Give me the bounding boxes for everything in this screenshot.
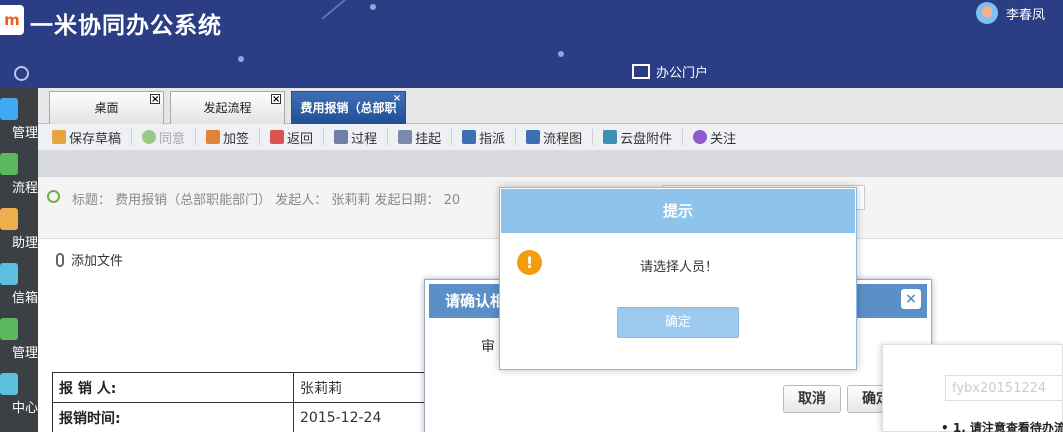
alert-message: 请选择人员！ [639,260,718,275]
cancel-button[interactable]: 取消 [783,385,841,413]
process-icon [334,130,349,144]
form-label: 报 销 人: [52,372,294,403]
decor-star [238,56,244,62]
alert-ok-button[interactable]: 确定 [617,307,739,338]
sidebar-item-label: 流程 [11,181,38,196]
sidebar-item-label: 中心 [11,401,38,416]
add-file-label: 添加文件 [71,254,124,269]
action-toolbar: 保存草稿 同意 加签 返回 过程 挂起 指派 流程图 云盘附件 关注 [38,124,1063,151]
confirm-dialog-body: 审 [481,339,495,355]
todo-panel: fybx20151224 • 1. 请注意查看待办流 [882,344,1063,432]
expense-form-table: 报 销 人: 张莉莉 报销时间: 2015-12-24 [52,372,432,432]
clock-icon [47,190,60,203]
add-file-link[interactable]: 添加文件 [56,250,123,269]
tab-label: 发起流程 [203,101,252,115]
left-sidebar: 管理 流程 助理 信箱 管理 中心 [0,88,38,432]
sidebar-item-assistant[interactable]: 助理 [0,204,38,256]
sidebar-item-label: 信箱 [11,291,38,306]
add-sign-icon [206,130,221,144]
check-icon [142,130,157,144]
avatar [976,2,998,24]
sidebar-item-label: 管理 [11,346,38,361]
folder-icon [0,98,18,120]
tab-desktop[interactable]: 桌面 × [49,91,164,124]
tab-label: 费用报销（总部职 [300,101,397,115]
decor-star [370,4,376,10]
decor-star [558,51,564,57]
process-button[interactable]: 过程 [334,124,377,151]
people-icon [0,373,18,395]
close-icon[interactable]: × [901,289,921,309]
follow-button[interactable]: 关注 [693,124,736,151]
save-draft-button[interactable]: 保存草稿 [52,124,121,151]
table-row: 报销时间: 2015-12-24 [52,402,432,432]
agree-button[interactable]: 同意 [142,124,185,151]
suspend-button[interactable]: 挂起 [398,124,441,151]
user-name: 李春凤 [1006,7,1046,23]
flow-icon [0,153,18,175]
table-row: 报 销 人: 张莉莉 [52,372,432,403]
app-header: m 一米协同办公系统 李春凤 办公门户 [0,0,1063,88]
sidebar-item-workflow[interactable]: 流程 [0,149,38,201]
decor-streak [321,0,354,20]
close-icon[interactable]: × [392,94,402,104]
toolbar-band [38,151,1063,177]
user-circle-icon[interactable] [14,66,29,81]
app-title: 一米协同办公系统 [30,13,222,39]
sidebar-item-assets[interactable]: 管理 [0,314,38,366]
form-label: 报销时间: [52,402,294,432]
person-icon [0,208,18,230]
app-logo: m [0,5,24,35]
alert-dialog: 提示 ! 请选择人员！ 确定 [499,187,857,370]
mail-icon [0,263,18,285]
sidebar-item-label: 助理 [11,236,38,251]
portal-link[interactable]: 办公门户 [632,62,708,81]
form-value: 张莉莉 [293,372,432,403]
tab-label: 桌面 [94,101,119,115]
sidebar-item-label: 管理 [11,126,38,141]
flow-info-text: 标题： 费用报销（总部职能部门） 发起人： 张莉莉 发起日期： 20 [72,193,461,208]
add-sign-button[interactable]: 加签 [206,124,249,151]
close-icon[interactable]: × [150,94,160,105]
plus-circle-icon [693,130,708,144]
cloud-icon [603,130,618,144]
portal-label: 办公门户 [656,66,709,81]
lock-icon [398,130,413,144]
form-value: 2015-12-24 [293,402,432,432]
alert-title: 提示 [501,189,855,233]
tab-bar: 桌面 × 发起流程 × 费用报销（总部职 × [38,88,1063,124]
return-button[interactable]: 返回 [270,124,313,151]
tab-expense[interactable]: 费用报销（总部职 × [291,91,406,124]
tab-start-flow[interactable]: 发起流程 × [170,91,285,124]
sidebar-item-hr[interactable]: 中心 [0,369,38,421]
assign-button[interactable]: 指派 [462,124,505,151]
flowchart-icon [526,130,541,144]
user-menu[interactable]: 李春凤 [976,2,1045,24]
monitor-icon [632,64,650,79]
building-icon [0,318,18,340]
sidebar-item-docs[interactable]: 管理 [0,94,38,146]
flowchart-button[interactable]: 流程图 [526,124,582,151]
todo-tip: • 1. 请注意查看待办流 [941,421,1063,432]
flow-code-field[interactable]: fybx20151224 [945,375,1063,401]
sidebar-item-mail[interactable]: 信箱 [0,259,38,311]
assign-icon [462,130,477,144]
return-icon [270,130,285,144]
save-icon [52,130,66,144]
close-icon[interactable]: × [271,94,281,105]
cloud-attach-button[interactable]: 云盘附件 [603,124,672,151]
paperclip-icon [56,252,64,267]
